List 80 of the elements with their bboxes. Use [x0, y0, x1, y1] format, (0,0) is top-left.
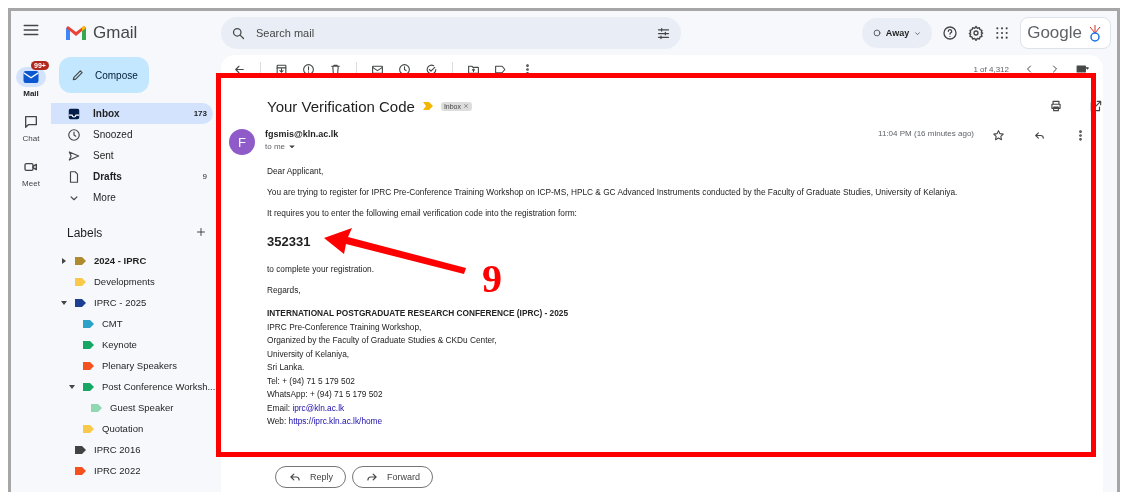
body-paragraph: You are trying to register for IPRC Pre-Conference Training Workshop on ICP-MS, HPLC & GC Advanced Instruments conducted by the Faculty of Graduate Studies, University of Kelaniya.	[267, 187, 959, 197]
rail-tab[interactable]: Meet	[11, 151, 51, 188]
star-icon[interactable]	[992, 129, 1005, 142]
nav-item[interactable]: Inbox 173	[51, 103, 213, 124]
compose-button[interactable]: Compose	[59, 57, 149, 93]
clock-icon[interactable]	[398, 62, 411, 76]
signature-line: Web:	[267, 416, 287, 426]
label-item[interactable]: Plenary Speakers	[51, 355, 221, 376]
caret-down-icon[interactable]	[61, 299, 67, 306]
label-item[interactable]: Post Conference Worksh...	[51, 376, 221, 397]
signature-heading: INTERNATIONAL POSTGRADUATE RESEARCH CONFERENCE (IPRC) - 2025	[267, 308, 570, 318]
signature-link[interactable]: https://iprc.kln.ac.lk/home	[288, 416, 383, 426]
inbox-icon[interactable]	[67, 106, 81, 121]
settings-icon[interactable]	[968, 25, 985, 41]
caret-right-icon[interactable]	[61, 257, 67, 264]
signature-line: Sri Lanka.	[267, 362, 306, 372]
body-paragraph: Dear Applicant,	[267, 166, 325, 176]
forward-button[interactable]: Forward	[352, 466, 434, 488]
signature-line: University of Kelaniya,	[267, 348, 351, 359]
signature-line: Tel: + (94) 71 5 179 502	[267, 375, 356, 386]
label-item[interactable]: IPRC 2022	[51, 460, 221, 481]
timestamp: 11:04 PM (16 minutes ago)	[878, 129, 974, 138]
nav-item[interactable]: More	[51, 187, 213, 208]
caret-down-icon[interactable]	[69, 383, 75, 390]
label-item[interactable]: Quotation	[51, 418, 221, 439]
signature-line: IPRC Pre-Conference Training Workshop,	[267, 321, 423, 332]
search-icon	[231, 25, 246, 41]
importance-marker-icon[interactable]	[422, 102, 433, 110]
clock-icon[interactable]	[67, 127, 81, 142]
mail-icon[interactable]	[22, 68, 40, 86]
status-button[interactable]: Away	[861, 18, 933, 48]
pencil-icon	[71, 68, 85, 82]
document-icon[interactable]	[67, 169, 81, 184]
add-icon[interactable]	[195, 226, 207, 238]
search-bar[interactable]: Search mail	[221, 17, 681, 49]
signature-line: Organized by the Faculty of Graduate Studies & CKDu Center,	[267, 335, 498, 345]
body-paragraph: It requires you to enter the following email verification code into the registration form:	[267, 208, 578, 218]
sender-avatar: F	[229, 129, 255, 155]
email-subject: Your Verification Code	[267, 97, 415, 115]
label-item[interactable]: CMT	[51, 313, 221, 334]
rail-tab[interactable]: Chat	[11, 106, 51, 143]
label-item[interactable]: Developments	[51, 271, 221, 292]
signature-line: WhatsApp: + (94) 71 5 179 502	[267, 389, 384, 399]
nav-item[interactable]: Drafts 9	[51, 166, 213, 187]
signature-link[interactable]: iprc@kln.ac.lk	[292, 402, 345, 413]
label-item[interactable]: IPRC - 2025	[51, 292, 221, 313]
brand-name: Gmail	[93, 23, 138, 43]
nav-item[interactable]: Sent	[51, 145, 213, 166]
labels-heading: Labels	[67, 226, 103, 240]
help-icon[interactable]	[942, 25, 959, 41]
circle-icon	[871, 28, 882, 38]
reply-icon[interactable]	[1033, 129, 1046, 142]
recipient-label: to me	[265, 142, 285, 151]
trash-icon[interactable]	[329, 62, 342, 76]
nav-item[interactable]: Snoozed	[51, 124, 213, 145]
verification-code: 352331	[267, 234, 312, 249]
reply-button[interactable]: Reply	[275, 466, 346, 488]
label-item[interactable]: Guest Speaker	[51, 397, 221, 418]
apps-grid-icon[interactable]	[994, 25, 1011, 41]
account-button[interactable]: Google	[1020, 17, 1111, 49]
add-task-icon[interactable]	[425, 62, 438, 76]
spam-icon[interactable]	[302, 62, 315, 76]
archive-icon[interactable]	[275, 62, 288, 76]
filter-sliders-icon[interactable]	[656, 25, 671, 41]
signature-line: Email:	[267, 402, 291, 413]
caret-down-icon[interactable]	[288, 142, 296, 151]
logo-icon	[65, 25, 87, 41]
search-input[interactable]: Search mail	[254, 26, 648, 40]
annotation-number: 9	[482, 262, 502, 296]
message-position: 1 of 4,312	[973, 64, 1009, 74]
keyboard-icon[interactable]	[1075, 62, 1091, 76]
body-paragraph: Regards,	[267, 285, 302, 295]
send-icon[interactable]	[67, 148, 81, 163]
chat-icon[interactable]	[23, 114, 39, 130]
body-paragraph: to complete your registration.	[267, 264, 375, 274]
sender-email: fgsmis@kln.ac.lk	[265, 129, 340, 139]
print-icon[interactable]	[1049, 99, 1063, 113]
label-item[interactable]: IPRC 2016	[51, 439, 221, 460]
label-item[interactable]: Keynote	[51, 334, 221, 355]
label-item[interactable]: 2024 - IPRC	[51, 250, 221, 271]
